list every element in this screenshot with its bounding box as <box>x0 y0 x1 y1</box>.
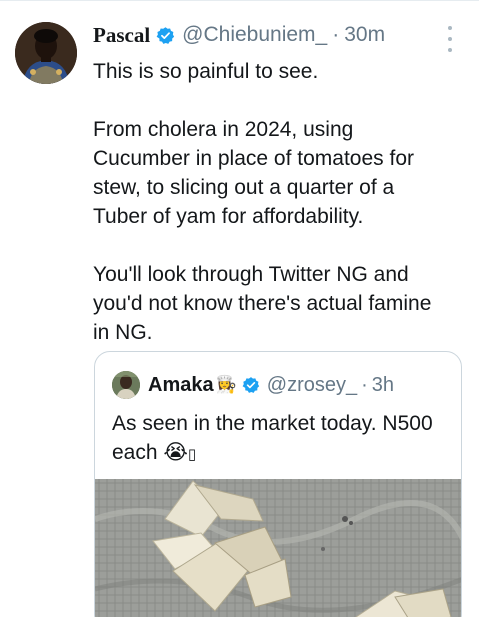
quoted-author-avatar[interactable] <box>112 371 140 399</box>
tweet-line: stew, to slicing out a quarter of a <box>93 176 395 199</box>
quoted-tweet-line: As seen in the market today. N500 <box>112 412 433 435</box>
quoted-tweet-timestamp[interactable]: 3h <box>372 374 394 397</box>
missing-glyph: ▯ <box>187 446 197 463</box>
quoted-tweet[interactable]: Amaka 👩‍🍳 @zrosey_ · 3h As seen in the m… <box>94 351 462 617</box>
tweet-line: From cholera in 2024, using <box>93 118 354 141</box>
tweet-header: Pascal @Chiebuniem_ · 30m <box>93 20 385 50</box>
author-handle[interactable]: @Chiebuniem_ <box>182 23 327 47</box>
tweet-line: Tuber of yam for affordability. <box>93 205 364 228</box>
tweet-timestamp[interactable]: 30m <box>344 23 385 47</box>
quoted-tweet-body: As seen in the market today. N500 each 😭… <box>112 409 452 469</box>
divider <box>0 0 479 1</box>
tweet-body: This is so painful to see. From cholera … <box>93 57 463 347</box>
verified-badge-icon <box>242 376 260 394</box>
author-name[interactable]: Pascal <box>93 23 150 48</box>
tweet-line: You'll look through Twitter NG and <box>93 263 409 286</box>
tweet-line: This is so painful to see. <box>93 60 319 83</box>
cook-emoji: 👩‍🍳 <box>215 375 237 394</box>
tweet-line: you'd not know there's actual famine <box>93 292 432 315</box>
yam-slices-photo[interactable] <box>95 479 461 617</box>
quoted-tweet-line: each 😭▯ <box>112 438 452 469</box>
separator-dot: · <box>361 373 368 396</box>
quoted-tweet-line-text: each 😭 <box>112 441 188 464</box>
tweet[interactable]: Pascal @Chiebuniem_ · 30m This is so pai… <box>0 0 479 617</box>
quoted-author-handle[interactable]: @zrosey_ <box>267 374 357 397</box>
more-vertical-icon[interactable] <box>443 26 457 52</box>
separator-dot: · <box>332 23 340 46</box>
quoted-author-name[interactable]: Amaka <box>148 374 214 397</box>
tweet-line: Cucumber in place of tomatoes for <box>93 147 414 170</box>
author-avatar[interactable] <box>15 22 77 84</box>
avatar-image <box>15 22 77 84</box>
quoted-tweet-header: Amaka 👩‍🍳 @zrosey_ · 3h <box>112 370 394 400</box>
verified-badge-icon <box>156 26 175 45</box>
tweet-line: in NG. <box>93 321 153 344</box>
